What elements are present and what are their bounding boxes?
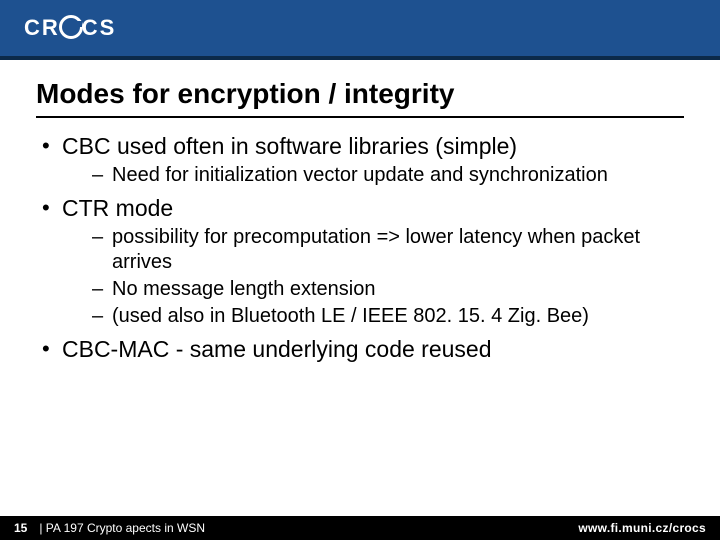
bullet-item: CBC used often in software libraries (si… <box>36 132 684 188</box>
footer-bar: 15 | PA 197 Crypto apects in WSN www.fi.… <box>0 516 720 540</box>
bullet-text: CBC-MAC - same underlying code reused <box>62 336 492 362</box>
sub-item: possibility for precomputation => lower … <box>62 225 684 275</box>
bullet-item: CBC-MAC - same underlying code reused <box>36 335 684 364</box>
sub-item: No message length extension <box>62 277 684 302</box>
content-area: Modes for encryption / integrity CBC use… <box>0 60 720 516</box>
bullet-list: CBC used often in software libraries (si… <box>36 132 684 363</box>
bullet-text: CBC used often in software libraries (si… <box>62 133 517 159</box>
slide-title: Modes for encryption / integrity <box>36 78 684 110</box>
footer-course: | PA 197 Crypto apects in WSN <box>39 521 578 535</box>
logo-circle-icon <box>59 15 83 39</box>
sub-item: (used also in Bluetooth LE / IEEE 802. 1… <box>62 304 684 329</box>
slide: CR CS Modes for encryption / integrity C… <box>0 0 720 540</box>
logo-text-pre: CR <box>24 15 60 41</box>
footer-url: www.fi.muni.cz/crocs <box>578 521 706 535</box>
page-number: 15 <box>14 521 27 535</box>
bullet-item: CTR mode possibility for precomputation … <box>36 194 684 329</box>
bullet-text: CTR mode <box>62 195 173 221</box>
logo: CR CS <box>24 15 116 41</box>
header-bar: CR CS <box>0 0 720 56</box>
title-rule <box>36 116 684 118</box>
sub-list: Need for initialization vector update an… <box>62 163 684 188</box>
logo-text-post: CS <box>82 15 117 41</box>
sub-item: Need for initialization vector update an… <box>62 163 684 188</box>
sub-list: possibility for precomputation => lower … <box>62 225 684 329</box>
